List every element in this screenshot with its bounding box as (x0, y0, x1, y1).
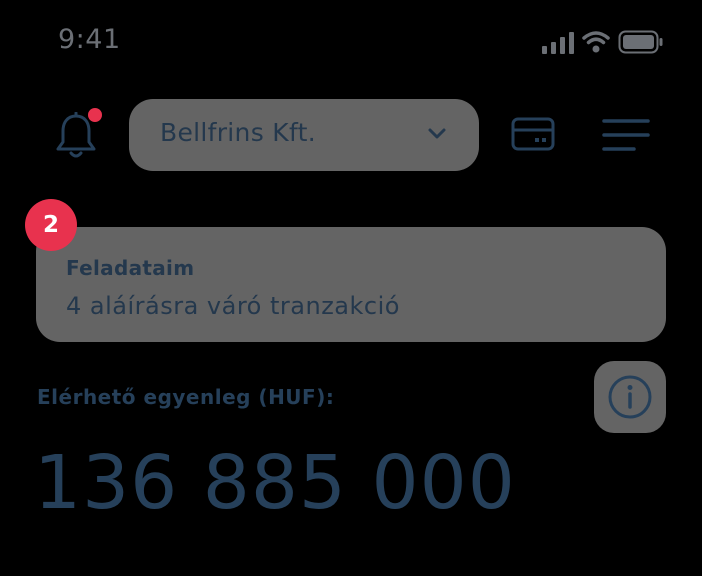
notification-dot (88, 108, 102, 122)
card-icon[interactable] (511, 117, 555, 153)
info-button[interactable] (594, 361, 666, 433)
tasks-card[interactable]: Feladataim 4 aláírásra váró tranzakció (36, 227, 666, 342)
battery-icon (618, 30, 663, 54)
status-time: 9:41 (58, 24, 121, 55)
company-select[interactable]: Bellfrins Kft. (129, 99, 479, 171)
tasks-title: Feladataim (66, 256, 195, 280)
tasks-subtitle: 4 aláírásra váró tranzakció (66, 292, 400, 320)
company-select-value: Bellfrins Kft. (160, 118, 316, 147)
task-count-badge: 2 (25, 199, 77, 251)
status-bar: 9:41 (0, 0, 702, 84)
balance-label: Elérhető egyenleg (HUF): (37, 385, 335, 409)
menu-icon[interactable] (601, 116, 651, 154)
balance-amount: 136 885 000 (34, 440, 516, 526)
chevron-down-icon (428, 128, 446, 139)
wifi-icon (582, 31, 610, 53)
signal-icon (542, 32, 574, 54)
info-icon (608, 375, 652, 419)
